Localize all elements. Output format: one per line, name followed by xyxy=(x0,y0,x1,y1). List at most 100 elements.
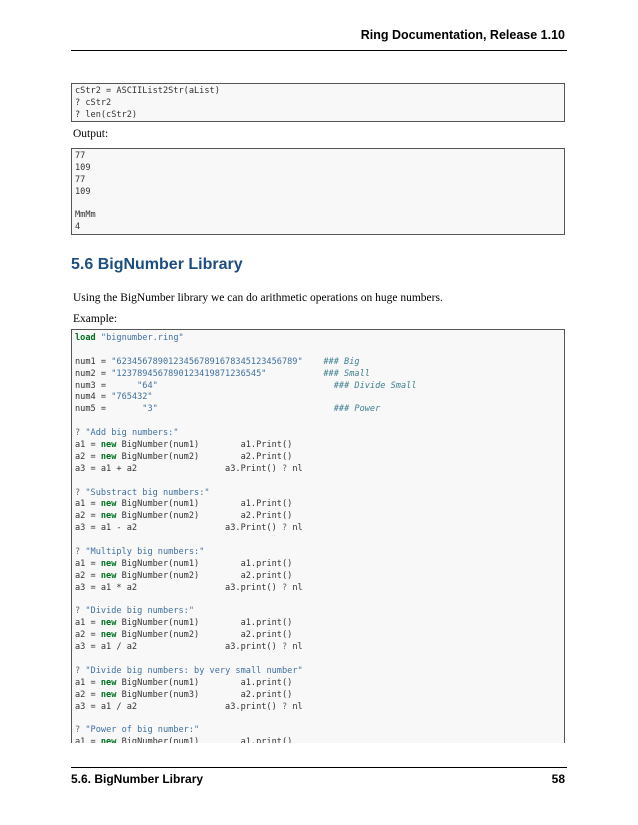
code-text: a3 = a1 / a2 a3.print() xyxy=(75,701,282,712)
code-line: a1 = new BigNumber(num1) a1.Print() xyxy=(75,440,561,452)
code-keyword: new xyxy=(100,440,117,451)
code-block-ascii: cStr2 = ASCIIList2Str(aList)? cStr2? len… xyxy=(71,83,565,122)
code-text: a3 = a1 * a2 a3.print() xyxy=(75,582,282,593)
code-text: BigNumber(num2) a2.Print() xyxy=(116,451,293,462)
code-text: nl xyxy=(287,582,303,593)
code-text: BigNumber(num2) a2.print() xyxy=(116,630,293,641)
code-text: a3 = a1 + a2 a3.Print() xyxy=(75,463,282,474)
code-comment: ### Big xyxy=(323,356,360,367)
code-line: a2 = new BigNumber(num2) a2.Print() xyxy=(75,511,561,523)
footer-rule xyxy=(71,767,567,768)
code-line: load "bignumber.ring" xyxy=(75,333,561,345)
code-string: "Multiply big numbers:" xyxy=(85,547,205,558)
code-text: BigNumber(num3) a2.print() xyxy=(116,689,293,700)
code-text: a2 = xyxy=(75,511,101,522)
code-text: BigNumber(num1) a1.print() xyxy=(116,618,293,629)
code-string: "62345678901234567891678345123456789" xyxy=(111,356,303,367)
code-keyword: load xyxy=(75,333,96,343)
output-label: Output: xyxy=(73,128,109,140)
code-text: nl xyxy=(287,701,303,712)
code-text: num2 = xyxy=(75,368,112,379)
code-keyword: new xyxy=(100,618,117,629)
code-line: 109 xyxy=(75,186,91,197)
header-rule xyxy=(71,50,567,51)
code-text: num1 = xyxy=(75,356,112,367)
code-string: "Divide big numbers: by very small numbe… xyxy=(85,665,303,676)
code-keyword: new xyxy=(100,630,117,641)
code-string: "Substract big numbers:" xyxy=(85,487,210,498)
code-text: BigNumber(num1) a1.Print() xyxy=(116,499,293,510)
example-label: Example: xyxy=(73,313,118,325)
code-text: a2 = xyxy=(75,689,101,700)
code-text: nl xyxy=(287,642,303,653)
code-keyword: new xyxy=(100,689,117,700)
code-comment: ### Power xyxy=(333,404,381,415)
code-line: 77 xyxy=(75,174,86,185)
code-line: ? "Multiply big numbers:" xyxy=(75,547,561,559)
code-text: num3 = xyxy=(75,380,138,391)
code-line: a1 = new BigNumber(num1) a1.print() xyxy=(75,618,561,630)
code-line: a3 = a1 + a2 a3.Print() ? nl xyxy=(75,464,561,476)
code-text: BigNumber(num1) a1.print() xyxy=(116,737,293,743)
section-intro: Using the BigNumber library we can do ar… xyxy=(73,292,443,304)
code-text: nl xyxy=(287,523,303,534)
code-line: num1 = "62345678901234567891678345123456… xyxy=(75,357,561,369)
code-keyword: new xyxy=(100,511,117,522)
code-keyword: new xyxy=(100,558,117,569)
code-comment: ### Divide Small xyxy=(333,380,417,391)
code-line: num2 = "1237894567890123419871236545" ##… xyxy=(75,369,561,381)
code-line: a2 = new BigNumber(num3) a2.print() xyxy=(75,690,561,702)
footer-section-title: 5.6. BigNumber Library xyxy=(71,772,204,786)
code-keyword: new xyxy=(100,677,117,688)
code-string: "bignumber.ring" xyxy=(100,333,184,343)
code-text: a1 = xyxy=(75,440,101,451)
running-header-title: Ring Documentation, Release 1.10 xyxy=(360,28,565,42)
code-text: nl xyxy=(287,463,303,474)
code-text: BigNumber(num2) a2.print() xyxy=(116,570,293,581)
code-comment: ### Small xyxy=(323,368,370,379)
output-block: 77 109 77 109 MmMm 4 xyxy=(71,148,565,235)
code-string: "Divide big numbers:" xyxy=(85,606,195,617)
code-line: a1 = new BigNumber(num1) a1.print() xyxy=(75,737,561,743)
code-text: a1 = xyxy=(75,618,101,629)
code-line: a3 = a1 / a2 a3.print() ? nl xyxy=(75,702,561,714)
code-text: a1 = xyxy=(75,499,101,510)
code-text: BigNumber(num1) a1.print() xyxy=(116,558,293,569)
code-keyword: new xyxy=(100,451,117,462)
code-line: ? cStr2 xyxy=(75,97,112,108)
code-line: a2 = new BigNumber(num2) a2.Print() xyxy=(75,452,561,464)
code-string: "Power of big number:" xyxy=(85,725,200,736)
code-line: a2 = new BigNumber(num2) a2.print() xyxy=(75,630,561,642)
code-line: a1 = new BigNumber(num1) a1.print() xyxy=(75,559,561,571)
code-line: ? "Divide big numbers: by very small num… xyxy=(75,666,561,678)
code-line: a3 = a1 * a2 a3.print() ? nl xyxy=(75,583,561,595)
code-line: num3 = "64" ### Divide Small xyxy=(75,381,561,393)
code-string: "765432" xyxy=(111,392,153,403)
code-line: 77 xyxy=(75,151,86,161)
code-string: "64" xyxy=(137,380,158,391)
page-number: 58 xyxy=(551,772,565,786)
code-text: a1 = xyxy=(75,737,101,743)
code-line: a2 = new BigNumber(num2) a2.print() xyxy=(75,571,561,583)
section-heading: 5.6 BigNumber Library xyxy=(71,256,243,273)
code-string: "1237894567890123419871236545" xyxy=(111,368,267,379)
code-line: ? "Power of big number:" xyxy=(75,725,561,737)
code-keyword: new xyxy=(100,570,117,581)
code-line: 4 xyxy=(75,222,81,233)
code-text: num4 = xyxy=(75,392,112,403)
code-text: a2 = xyxy=(75,451,101,462)
code-text: BigNumber(num1) a1.Print() xyxy=(116,440,293,451)
code-line: a3 = a1 / a2 a3.print() ? nl xyxy=(75,642,561,654)
